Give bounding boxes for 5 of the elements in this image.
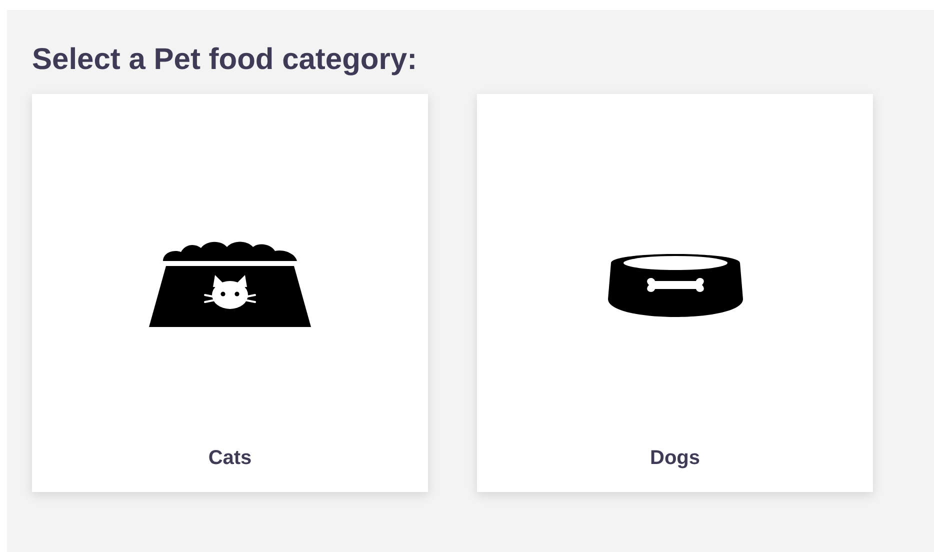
category-label: Cats: [208, 447, 252, 471]
category-label: Dogs: [650, 447, 700, 471]
page-heading: Select a Pet food category:: [32, 42, 418, 78]
category-card[interactable]: Cats: [32, 94, 428, 492]
category-card[interactable]: Dogs: [477, 94, 873, 492]
